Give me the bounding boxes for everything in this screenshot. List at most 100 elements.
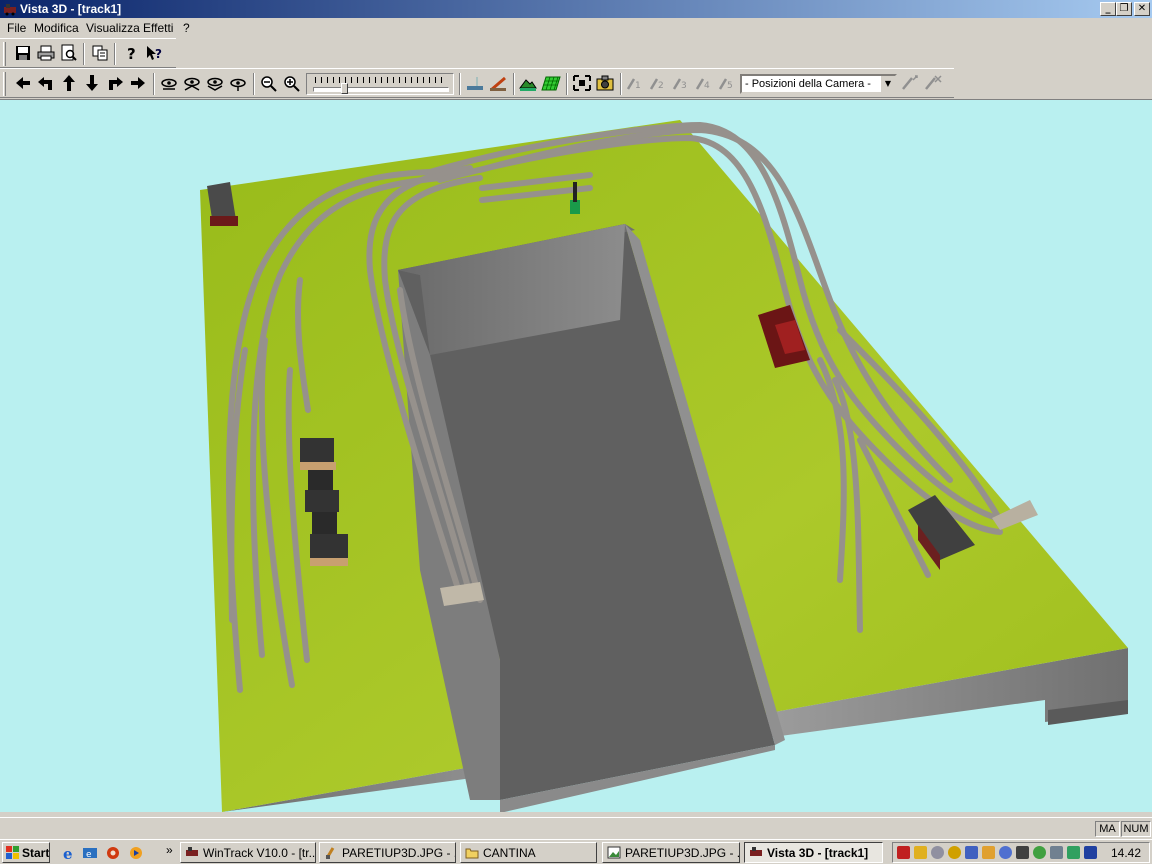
chevron-down-icon[interactable]: ▼ — [880, 76, 895, 92]
camera-tilt-up-button[interactable] — [182, 74, 202, 92]
eye-tilt-up-icon — [184, 77, 200, 91]
quicklaunch-chevron[interactable]: » — [166, 843, 173, 857]
minimize-button[interactable]: _ — [1100, 2, 1116, 16]
landscape-button[interactable] — [518, 74, 538, 92]
help-button[interactable]: ? — [121, 44, 141, 62]
internet-explorer-icon[interactable]: e — [61, 845, 77, 861]
media-player-icon[interactable] — [128, 845, 144, 861]
context-help-icon: ? — [147, 46, 162, 61]
camera-4-button[interactable]: 4 — [694, 74, 714, 92]
svg-text:?: ? — [155, 47, 162, 61]
add-camera-button[interactable] — [900, 74, 920, 92]
tray-tool-icon[interactable] — [1067, 846, 1080, 859]
camera-position-value: - Posizioni della Camera - — [745, 78, 871, 90]
maximize-button[interactable]: ❐ — [1116, 2, 1132, 16]
outlook-express-icon[interactable]: e — [82, 845, 98, 861]
camera-5-button[interactable]: 5 — [717, 74, 737, 92]
svg-text:3: 3 — [681, 81, 687, 91]
ground-button[interactable] — [465, 74, 485, 92]
window-titlebar[interactable]: Vista 3D - [track1] _ ❐ ✕ — [0, 0, 1152, 18]
camera-3-button[interactable]: 3 — [671, 74, 691, 92]
rotate-right-button[interactable] — [105, 74, 125, 92]
start-button[interactable]: Start — [2, 842, 50, 863]
camera-down-button[interactable] — [228, 74, 248, 92]
tray-book-icon[interactable] — [1084, 846, 1097, 859]
svg-text:2: 2 — [658, 81, 664, 91]
media-icon[interactable] — [105, 845, 121, 861]
eye-down-icon — [230, 78, 246, 91]
toolbar-separator — [153, 73, 155, 95]
tray-monitor-icon[interactable] — [965, 846, 978, 859]
toolbar-grip[interactable] — [3, 42, 6, 66]
tray-antivirus-icon[interactable] — [897, 846, 910, 859]
svg-text:5: 5 — [727, 81, 733, 91]
toolbar-separator — [83, 43, 85, 65]
tray-clock-icon[interactable] — [1050, 846, 1063, 859]
tray-network-icon[interactable] — [931, 846, 944, 859]
layout-3d-render[interactable] — [0, 100, 1152, 812]
window-title: Vista 3D - [track1] — [20, 2, 122, 16]
paint-brush-icon — [325, 847, 335, 859]
clock[interactable]: 14.42 — [1111, 846, 1141, 860]
train-app-icon — [750, 847, 762, 856]
task-label: PARETIUP3D.JPG - ... — [342, 846, 456, 860]
system-tray: 14.42 — [892, 842, 1150, 863]
toolbar-separator — [620, 73, 622, 95]
camera-preset-1-icon: 1 — [626, 78, 641, 91]
svg-text:?: ? — [127, 45, 136, 62]
context-help-button[interactable]: ? — [144, 44, 164, 62]
camera-preset-3-icon: 3 — [672, 78, 687, 91]
camera-up-button[interactable] — [159, 74, 179, 92]
3d-viewport[interactable] — [0, 99, 1152, 812]
camera-2-button[interactable]: 2 — [648, 74, 668, 92]
tray-globe-icon[interactable] — [999, 846, 1012, 859]
zoom-in-button[interactable] — [282, 74, 302, 92]
tray-chat-icon[interactable] — [1033, 846, 1046, 859]
camera-icon — [596, 75, 614, 91]
svg-text:e: e — [86, 850, 92, 860]
height-ruler-icon — [490, 76, 506, 92]
menu-effetti[interactable]: Effetti — [143, 21, 173, 35]
menu-modifica[interactable]: Modifica — [34, 21, 79, 35]
move-back-button[interactable] — [82, 74, 102, 92]
task-vista-3d[interactable]: Vista 3D - [track1] — [744, 842, 883, 863]
tray-update-icon[interactable] — [948, 846, 961, 859]
move-right-button[interactable] — [128, 74, 148, 92]
slider-thumb[interactable] — [341, 83, 348, 94]
snapshot-button[interactable] — [595, 74, 615, 92]
tray-shield-icon[interactable] — [914, 846, 927, 859]
move-forward-button[interactable] — [59, 74, 79, 92]
zoom-slider[interactable] — [306, 73, 454, 95]
zoom-out-button[interactable] — [259, 74, 279, 92]
task-paretiup-2[interactable]: PARETIUP3D.JPG - ... — [602, 842, 740, 863]
print-button[interactable] — [36, 44, 56, 62]
task-cantina[interactable]: CANTINA — [460, 842, 597, 863]
menu-file[interactable]: File — [7, 21, 26, 35]
delete-camera-button[interactable] — [923, 74, 943, 92]
task-paretiup-1[interactable]: PARETIUP3D.JPG - ... — [319, 842, 456, 863]
copy-button[interactable] — [90, 44, 110, 62]
task-label: Vista 3D - [track1] — [767, 846, 869, 860]
fit-view-button[interactable] — [572, 74, 592, 92]
toolbar-grip[interactable] — [3, 72, 6, 96]
camera-1-button[interactable]: 1 — [625, 74, 645, 92]
folder-icon — [465, 848, 479, 859]
task-wintrack[interactable]: WinTrack V10.0 - [tr... — [180, 842, 316, 863]
height-button[interactable] — [488, 74, 508, 92]
camera-preset-4-icon: 4 — [695, 78, 710, 91]
rotate-left-button[interactable] — [36, 74, 56, 92]
save-button[interactable] — [13, 44, 33, 62]
grid-button[interactable] — [541, 74, 561, 92]
navigation-toolbar: 1 2 3 4 5 - Posizioni della Camera - ▼ — [0, 68, 954, 98]
tray-volume-icon[interactable] — [1016, 846, 1029, 859]
num-indicator: NUM — [1121, 821, 1151, 837]
camera-position-select[interactable]: - Posizioni della Camera - ▼ — [740, 74, 897, 94]
menu-visualizza[interactable]: Visualizza — [86, 21, 140, 35]
print-preview-button[interactable] — [59, 44, 79, 62]
tray-messenger-icon[interactable] — [982, 846, 995, 859]
toolbar-separator — [459, 73, 461, 95]
camera-tilt-down-button[interactable] — [205, 74, 225, 92]
move-left-button[interactable] — [13, 74, 33, 92]
close-button[interactable]: ✕ — [1134, 2, 1150, 16]
menu-help[interactable]: ? — [183, 21, 190, 35]
